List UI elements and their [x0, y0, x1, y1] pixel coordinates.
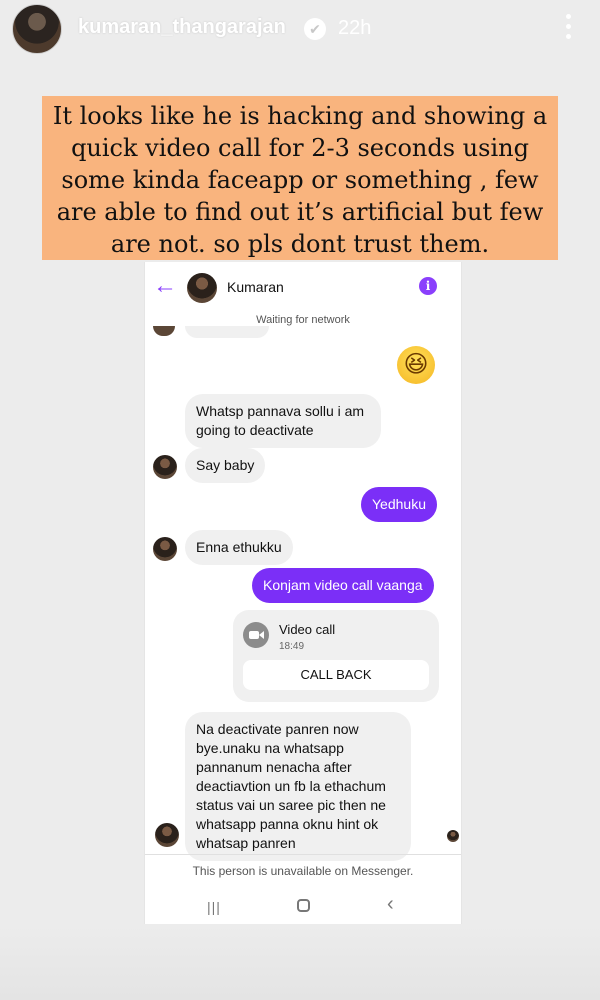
contact-avatar[interactable] [187, 273, 217, 303]
video-call-card: Video call 18:49 CALL BACK [233, 610, 439, 702]
username[interactable]: kumaran_thangarajan [78, 16, 286, 39]
unavailable-notice: This person is unavailable on Messenger. [192, 864, 414, 878]
message-incoming[interactable]: Na deactivate panren now bye.unaku na wh… [185, 712, 411, 861]
contact-name[interactable]: Kumaran [227, 279, 284, 295]
message-outgoing[interactable]: Konjam video call vaanga [252, 568, 434, 603]
nav-back-icon[interactable]: ‹ [387, 893, 394, 916]
post-time: 22h [338, 17, 372, 39]
call-title: Video call [279, 622, 336, 637]
video-camera-icon [243, 622, 269, 648]
message-incoming[interactable]: Say baby [185, 448, 266, 483]
back-arrow-icon[interactable]: ← [153, 272, 177, 300]
messenger-screenshot: ← Kumaran i Waiting for network 😆 Whatsp… [144, 262, 462, 924]
laughing-emoji: 😆 [397, 346, 435, 384]
more-options-icon[interactable] [558, 12, 578, 42]
chat-header: ← Kumaran i [145, 262, 461, 312]
verified-badge-icon: ✔ [304, 18, 326, 40]
message-outgoing[interactable]: Yedhuku [361, 487, 437, 522]
message-incoming[interactable]: Enna ethukku [185, 530, 293, 565]
info-icon[interactable]: i [419, 277, 437, 295]
story-header: kumaran_thangarajan ✔ 22h [0, 0, 600, 60]
story-caption: It looks like he is hacking and showing … [42, 96, 558, 260]
message-incoming[interactable]: Whatsp pannava sollu i am going to deact… [185, 394, 381, 448]
recents-icon[interactable]: ||| [207, 899, 221, 915]
clipped-message-bubble [185, 326, 269, 338]
profile-avatar[interactable] [12, 4, 62, 54]
contact-avatar-small [153, 455, 177, 479]
story-bottom-area [0, 924, 600, 1000]
call-back-button[interactable]: CALL BACK [243, 660, 429, 690]
network-status: Waiting for network [256, 314, 350, 326]
contact-avatar-small [153, 326, 175, 336]
call-time: 18:49 [279, 641, 305, 652]
contact-avatar-small [153, 537, 177, 561]
divider [145, 854, 461, 855]
android-nav-bar: ||| ‹ [145, 890, 461, 924]
seen-indicator-avatar [447, 830, 459, 842]
contact-avatar-small [155, 823, 179, 847]
home-icon[interactable] [297, 899, 310, 912]
